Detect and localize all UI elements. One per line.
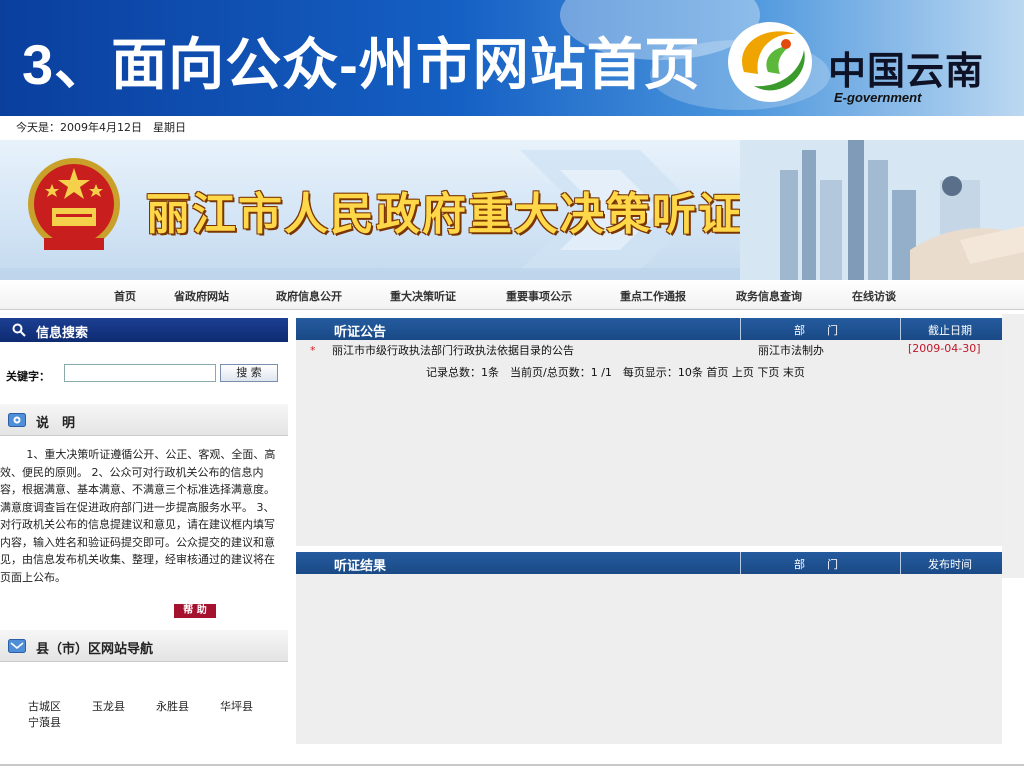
hearing-notice-panel: 听证公告 部 门 截止日期 * 丽江市市级行政执法部门行政执法依据目录的公告 丽… [296, 318, 1002, 546]
banner-title: 丽江市人民政府重大决策听证 [146, 189, 744, 240]
column-header-publish-time: 发布时间 [928, 558, 972, 571]
keyword-input[interactable] [64, 364, 216, 382]
notice-row-deadline: [2009-04-30] [908, 342, 981, 355]
search-panel: 信息搜索 关键字： 搜 索 [0, 318, 288, 396]
column-divider [740, 552, 741, 574]
help-button[interactable]: 帮 助 [174, 604, 216, 618]
county-nav-header: 县（市）区网站导航 [0, 630, 288, 662]
notice-row-title[interactable]: 丽江市市级行政执法部门行政执法依据目录的公告 [332, 342, 574, 358]
main-nav: 首页 省政府网站 政府信息公开 重大决策听证 重要事项公示 重点工作通报 政务信… [0, 280, 1024, 310]
search-icon [12, 323, 26, 337]
hearing-notice-header: 听证公告 部 门 截止日期 [296, 318, 1002, 340]
hearing-results-title: 听证结果 [334, 559, 387, 574]
current-date: 今天是：2009年4月12日 星期日 [16, 121, 186, 134]
bottom-divider [0, 764, 1024, 766]
pager-summary: 记录总数：1条 当前页/总页数：1 /1 每页显示：10条 [426, 366, 703, 379]
info-panel-header: 说 明 [0, 404, 288, 436]
content-area: 信息搜索 关键字： 搜 索 说 明 1、重大决策听证遵循公开、公正、客观、全面、… [0, 314, 1024, 768]
national-emblem-icon [28, 158, 120, 250]
row-marker: * [310, 344, 316, 357]
county-link-ninglang[interactable]: 宁蒗县 [28, 714, 61, 730]
pager-last[interactable]: 末页 [783, 366, 805, 379]
hearing-results-panel: 听证结果 部 门 发布时间 [296, 552, 1002, 744]
nav-item-info-query[interactable]: 政务信息查询 [736, 288, 802, 304]
column-header-dept: 部 门 [794, 324, 838, 337]
county-nav-title: 县（市）区网站导航 [36, 642, 154, 657]
search-panel-title: 信息搜索 [36, 326, 89, 341]
egov-swirl-icon [728, 22, 812, 102]
search-panel-header: 信息搜索 [0, 318, 288, 342]
column-divider [740, 318, 741, 340]
pager-first[interactable]: 首页 [706, 366, 728, 379]
info-panel: 说 明 1、重大决策听证遵循公开、公正、客观、全面、高效、便民的原则。 2、公众… [0, 404, 288, 628]
city-skyline-image [740, 140, 1024, 280]
pager-prev[interactable]: 上页 [732, 366, 754, 379]
column-divider [900, 318, 901, 340]
county-link-huaping[interactable]: 华坪县 [220, 698, 253, 714]
nav-item-work-report[interactable]: 重点工作通报 [620, 288, 686, 304]
notice-row-dept: 丽江市法制办 [758, 344, 824, 357]
logo-name: 中国云南 [828, 51, 985, 93]
nav-item-publicity[interactable]: 重要事项公示 [506, 288, 572, 304]
logo-subtitle: E-government [834, 90, 922, 105]
county-nav-panel: 县（市）区网站导航 古城区 玉龙县 永胜县 华坪县 宁蒗县 [0, 630, 288, 742]
info-icon [8, 413, 26, 427]
nav-item-hearing[interactable]: 重大决策听证 [390, 288, 456, 304]
keyword-label: 关键字： [6, 370, 50, 383]
envelope-icon [8, 639, 26, 653]
nav-item-info-disclosure[interactable]: 政府信息公开 [276, 288, 342, 304]
nav-item-online-interview[interactable]: 在线访谈 [852, 288, 896, 304]
hearing-results-header: 听证结果 部 门 发布时间 [296, 552, 1002, 574]
search-button[interactable]: 搜 索 [220, 364, 278, 382]
info-panel-title: 说 明 [36, 416, 76, 431]
pager: 记录总数：1条 当前页/总页数：1 /1 每页显示：10条 首页 上页 下页 末… [426, 364, 805, 380]
nav-item-province-site[interactable]: 省政府网站 [174, 288, 229, 304]
page-edge [1002, 314, 1024, 578]
column-divider [900, 552, 901, 574]
info-description: 1、重大决策听证遵循公开、公正、客观、全面、高效、便民的原则。 2、公众可对行政… [0, 448, 276, 584]
slide-title: 3、面向公众-州市网站首页 [22, 33, 701, 96]
date-bar: 今天是：2009年4月12日 星期日 [0, 116, 1024, 140]
county-link-yongsheng[interactable]: 永胜县 [156, 698, 189, 714]
egov-logo: 中国云南 E-government [724, 14, 1014, 110]
county-link-gucheng[interactable]: 古城区 [28, 698, 61, 714]
column-header-deadline: 截止日期 [928, 324, 972, 337]
slide-header: 3、面向公众-州市网站首页 中国云南 E-government [0, 0, 1024, 116]
county-link-yulong[interactable]: 玉龙县 [92, 698, 125, 714]
hearing-notice-title: 听证公告 [334, 325, 387, 340]
pager-next[interactable]: 下页 [757, 366, 779, 379]
nav-item-home[interactable]: 首页 [114, 288, 136, 304]
column-header-dept: 部 门 [794, 558, 838, 571]
